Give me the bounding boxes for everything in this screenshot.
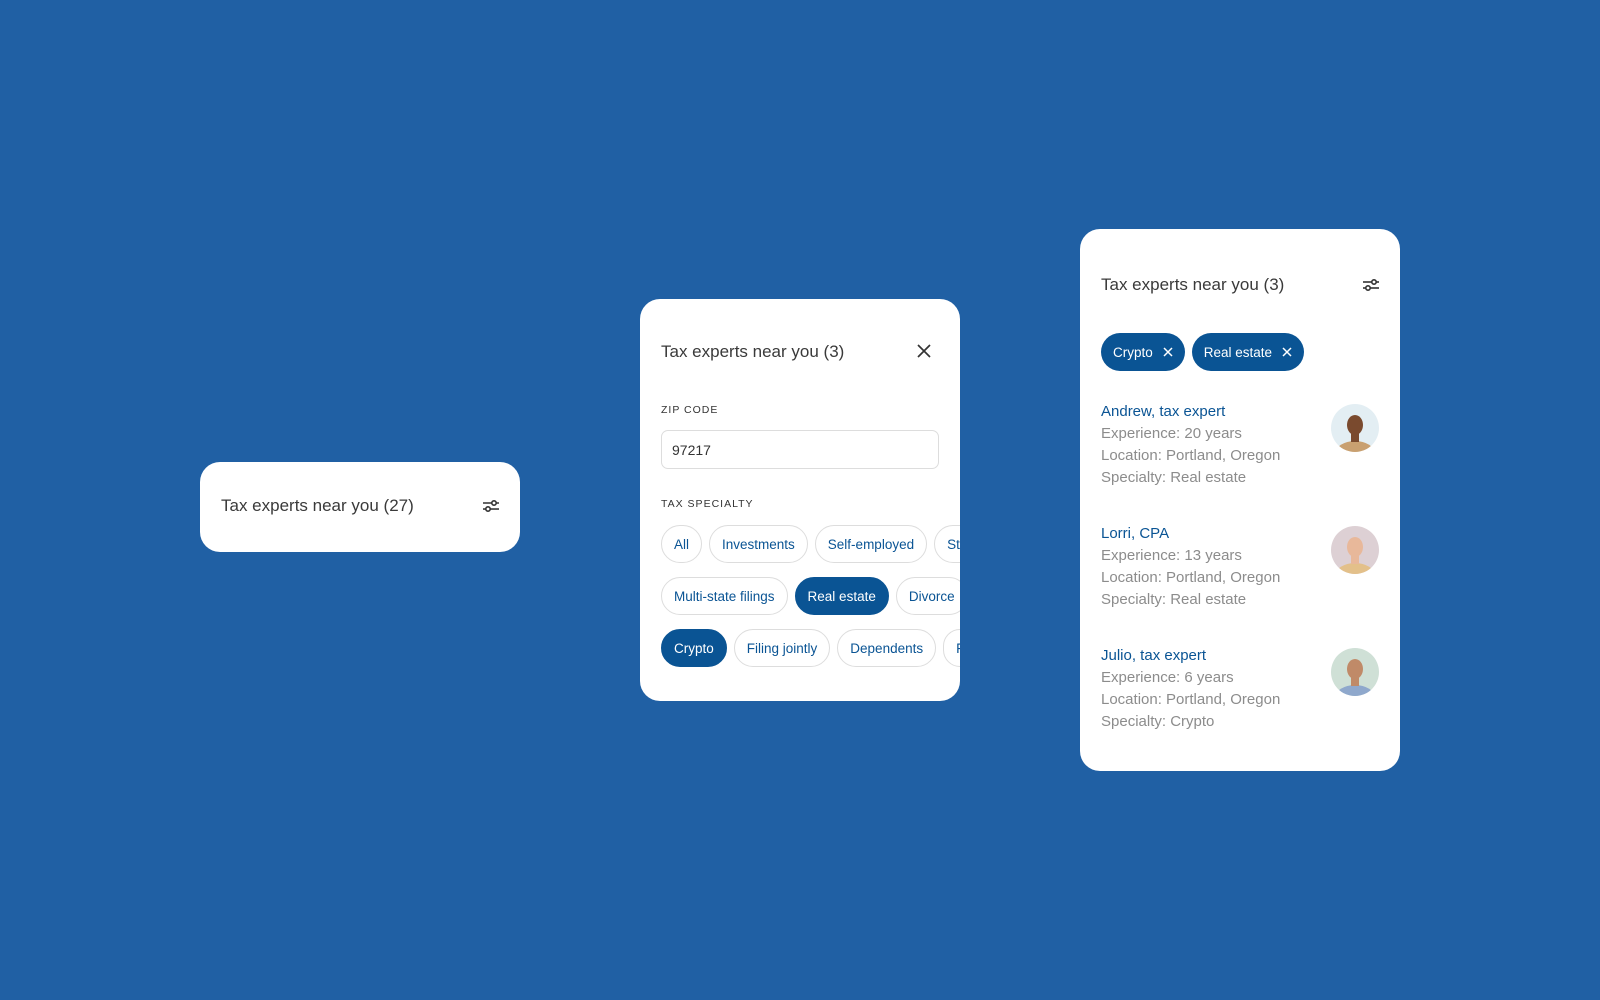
zip-code-input[interactable] <box>661 430 939 469</box>
specialty-chip-row: Multi-state filings Real estate Divorce <box>661 577 960 615</box>
specialty-chip[interactable]: Investments <box>709 525 808 563</box>
specialty-chip[interactable]: F <box>943 629 960 667</box>
card-title: Tax experts near you (3) <box>661 342 845 361</box>
filter-sliders-icon[interactable] <box>482 499 500 513</box>
specialty-chip[interactable]: Self-employed <box>814 525 928 563</box>
specialty-chip[interactable]: Crypto <box>661 629 727 667</box>
specialty-chip[interactable]: Divorce <box>895 577 960 615</box>
active-filter-chip[interactable]: Real estate <box>1191 333 1305 371</box>
close-icon[interactable] <box>917 344 931 358</box>
specialty-chip[interactable]: Filing jointly <box>733 629 831 667</box>
specialty-chip-row: CryptoFiling jointlyDependentsF <box>661 629 960 667</box>
collapsed-results-card: Tax experts near you (27) <box>200 462 520 552</box>
filter-panel-card: Tax experts near you (3) ZIP CODE TAX SP… <box>640 299 960 701</box>
expert-avatar <box>1331 648 1379 696</box>
expert-avatar <box>1331 526 1379 574</box>
expert-location: Location: Portland, Oregon <box>1101 691 1281 708</box>
card-title: Tax experts near you (3) <box>1101 275 1285 294</box>
zip-code-label: ZIP CODE <box>661 404 719 416</box>
specialty-chip[interactable]: Dependents <box>837 629 937 667</box>
specialty-chip[interactable]: Multi-state filings <box>661 577 788 615</box>
card-title: Tax experts near you (27) <box>221 496 414 515</box>
expert-avatar <box>1331 404 1379 452</box>
expert-location: Location: Portland, Oregon <box>1101 569 1281 586</box>
specialty-chip[interactable]: Sto <box>934 525 960 563</box>
active-filter-chip[interactable]: Crypto <box>1101 333 1185 371</box>
expert-list-item[interactable]: Andrew, tax expert Experience: 20 years … <box>1101 401 1379 501</box>
specialty-chip-row: AllInvestmentsSelf-employedSto <box>661 525 960 563</box>
remove-filter-icon[interactable] <box>1282 347 1292 357</box>
tax-specialty-label: TAX SPECIALTY <box>661 498 754 510</box>
filter-sliders-icon[interactable] <box>1362 278 1380 292</box>
expert-specialty: Specialty: Real estate <box>1101 591 1247 608</box>
active-filters: Crypto Real estate <box>1101 333 1305 371</box>
specialty-chip[interactable]: All <box>661 525 703 563</box>
expert-location: Location: Portland, Oregon <box>1101 447 1281 464</box>
expert-list-item[interactable]: Lorri, CPA Experience: 13 years Location… <box>1101 523 1379 623</box>
results-card: Tax experts near you (3) Crypto Real est… <box>1080 229 1400 771</box>
remove-filter-icon[interactable] <box>1163 347 1173 357</box>
expert-specialty: Specialty: Real estate <box>1101 469 1247 486</box>
expert-specialty: Specialty: Crypto <box>1101 713 1215 730</box>
expert-list-item[interactable]: Julio, tax expert Experience: 6 years Lo… <box>1101 645 1379 745</box>
specialty-chip[interactable]: Real estate <box>794 577 889 615</box>
